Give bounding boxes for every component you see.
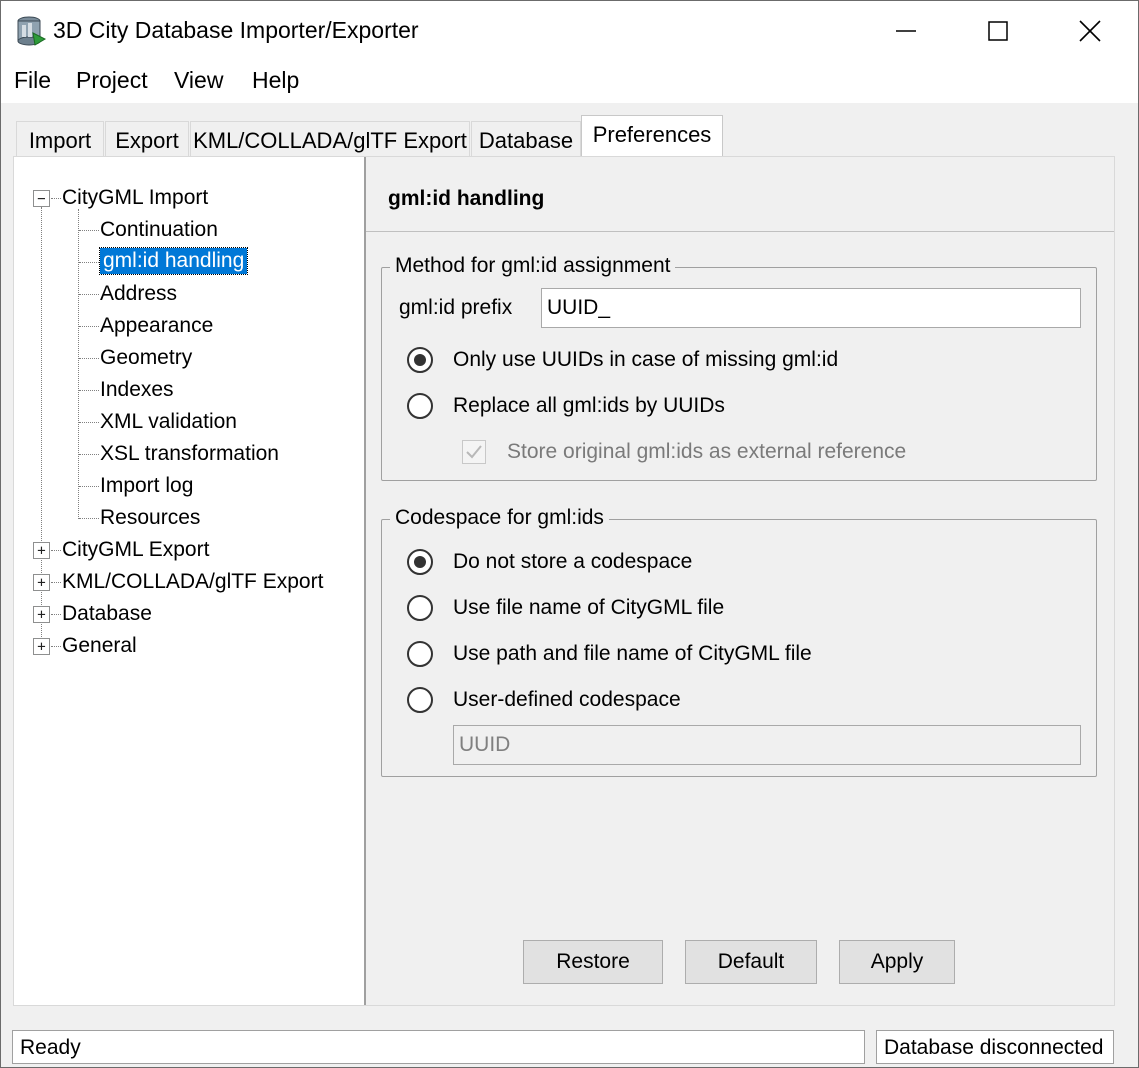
database-icon [15,15,47,47]
collapse-icon[interactable]: − [33,190,50,207]
tab-kml-export[interactable]: KML/COLLADA/glTF Export [190,121,470,159]
minimize-icon [896,30,916,32]
tree-item-gmlid-handling[interactable]: gml:id handling [98,247,249,275]
preferences-tree[interactable]: − CityGML Import Continuation gml:id han… [14,157,364,1005]
tree-item-xml-validation[interactable]: XML validation [100,410,237,434]
tab-import[interactable]: Import [16,121,104,159]
expand-icon[interactable]: + [33,574,50,591]
tab-export[interactable]: Export [105,121,189,159]
settings-pane: gml:id handling Method for gml:id assign… [366,157,1114,1005]
codespace-groupbox: Codespace for gml:ids Do not store a cod… [381,506,1097,777]
radio-path-file-name-label[interactable]: Use path and file name of CityGML file [453,642,812,666]
tree-connector [78,209,79,519]
tree-item-xsl-transformation[interactable]: XSL transformation [100,442,279,466]
divider [366,231,1114,232]
tree-connector [79,294,99,295]
store-original-checkbox[interactable] [462,440,486,464]
codespace-group-legend: Codespace for gml:ids [390,506,609,530]
tree-connector [51,646,61,647]
tree-item-continuation[interactable]: Continuation [100,218,218,242]
tree-item-indexes[interactable]: Indexes [100,378,174,402]
restore-button[interactable]: Restore [523,940,663,984]
tree-item-general[interactable]: General [62,634,137,658]
default-button[interactable]: Default [685,940,817,984]
tree-connector [79,390,99,391]
tree-item-kml-export[interactable]: KML/COLLADA/glTF Export [62,570,323,594]
radio-path-file-name[interactable] [407,641,433,667]
preferences-panel: − CityGML Import Continuation gml:id han… [13,156,1115,1006]
tree-item-citygml-import[interactable]: CityGML Import [62,186,208,210]
expand-icon[interactable]: + [33,638,50,655]
app-window: 3D City Database Importer/Exporter File … [0,0,1139,1068]
tree-item-resources[interactable]: Resources [100,506,200,530]
tree-connector [51,614,61,615]
method-groupbox: Method for gml:id assignment gml:id pref… [381,254,1097,481]
tab-database[interactable]: Database [471,121,581,159]
window-title: 3D City Database Importer/Exporter [53,17,419,43]
menu-bar: File Project View Help [1,61,1138,103]
tree-item-database[interactable]: Database [62,602,152,626]
minimize-button[interactable] [860,1,952,61]
maximize-icon [988,21,1008,41]
user-codespace-input[interactable] [453,725,1081,765]
check-icon [466,445,482,459]
title-bar: 3D City Database Importer/Exporter [1,1,1138,61]
expand-icon[interactable]: + [33,542,50,559]
status-text: Ready [12,1030,865,1064]
tree-connector [51,198,61,199]
menu-help[interactable]: Help [252,67,299,94]
gmlid-prefix-input[interactable] [541,288,1081,328]
menu-file[interactable]: File [14,67,51,94]
method-group-legend: Method for gml:id assignment [390,254,676,278]
database-status: Database disconnected [876,1030,1114,1064]
tree-connector [79,262,99,263]
radio-file-name-label[interactable]: Use file name of CityGML file [453,596,724,620]
tree-connector [79,486,99,487]
radio-replace-all[interactable] [407,393,433,419]
radio-no-codespace[interactable] [407,549,433,575]
radio-only-missing[interactable] [407,347,433,373]
radio-no-codespace-label[interactable]: Do not store a codespace [453,550,692,574]
tree-connector [79,422,99,423]
tree-item-address[interactable]: Address [100,282,177,306]
tree-connector [79,518,99,519]
close-icon [1079,20,1101,42]
tree-connector [79,230,99,231]
expand-icon[interactable]: + [33,606,50,623]
tree-connector [51,582,61,583]
tab-preferences[interactable]: Preferences [581,115,723,159]
menu-project[interactable]: Project [76,67,148,94]
tree-item-citygml-export[interactable]: CityGML Export [62,538,209,562]
close-button[interactable] [1044,1,1136,61]
tree-item-import-log[interactable]: Import log [100,474,193,498]
tree-item-appearance[interactable]: Appearance [100,314,213,338]
store-original-label: Store original gml:ids as external refer… [507,440,907,463]
maximize-button[interactable] [952,1,1044,61]
page-title: gml:id handling [388,187,545,210]
tree-connector [79,326,99,327]
radio-replace-all-label[interactable]: Replace all gml:ids by UUIDs [453,394,725,418]
menu-view[interactable]: View [174,67,223,94]
radio-file-name[interactable] [407,595,433,621]
apply-button[interactable]: Apply [839,940,955,984]
gmlid-prefix-label: gml:id prefix [399,296,513,319]
radio-user-defined[interactable] [407,687,433,713]
tree-item-geometry[interactable]: Geometry [100,346,192,370]
radio-user-defined-label[interactable]: User-defined codespace [453,688,681,712]
tree-connector [51,550,61,551]
tab-strip: Import Export KML/COLLADA/glTF Export Da… [1,103,1138,159]
tree-connector [79,358,99,359]
radio-only-missing-label[interactable]: Only use UUIDs in case of missing gml:id [453,348,838,372]
tree-connector [79,454,99,455]
